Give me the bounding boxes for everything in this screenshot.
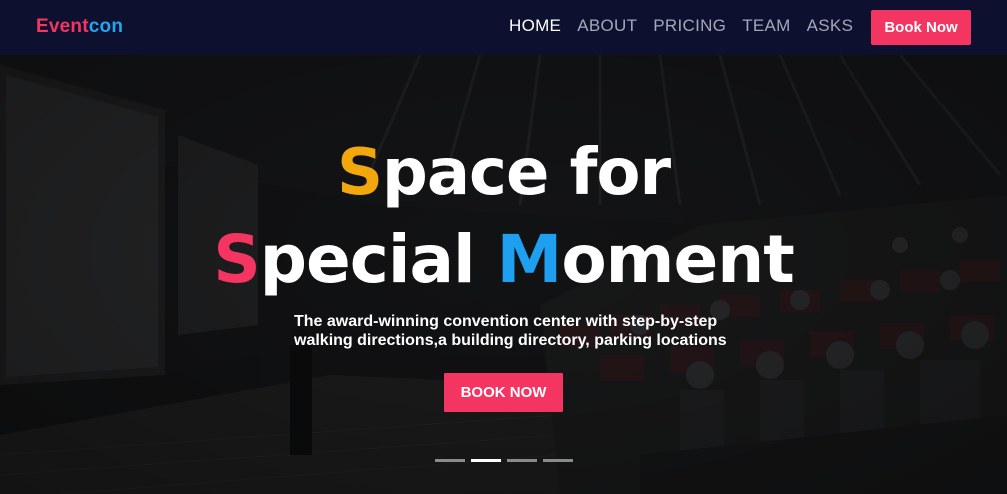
hero-subtitle: The award-winning convention center with… bbox=[294, 312, 734, 350]
slider-dot-1[interactable] bbox=[435, 459, 465, 462]
nav-item-home[interactable]: HOME bbox=[509, 16, 561, 36]
brand-logo[interactable]: Eventcon bbox=[36, 16, 123, 38]
nav-item-team[interactable]: TEAM bbox=[742, 16, 790, 36]
nav-book-now-button[interactable]: Book Now bbox=[871, 10, 971, 45]
main-nav: HOME ABOUT PRICING TEAM ASKS bbox=[509, 16, 869, 36]
navbar: Eventcon HOME ABOUT PRICING TEAM ASKS Bo… bbox=[0, 0, 1007, 55]
hero-book-now-button[interactable]: BOOK NOW bbox=[444, 373, 563, 412]
headline-text-2a: pecial bbox=[259, 221, 497, 298]
headline-letter-m: M bbox=[496, 221, 563, 298]
brand-logo-part2: con bbox=[88, 16, 124, 37]
slider-dot-4[interactable] bbox=[543, 459, 573, 462]
brand-logo-part1: Event bbox=[36, 16, 89, 37]
nav-item-about[interactable]: ABOUT bbox=[577, 16, 637, 36]
headline-text-2b: oment bbox=[561, 221, 794, 298]
headline-letter-s1: S bbox=[336, 136, 383, 210]
hero-headline-line1: Space for bbox=[0, 141, 1007, 205]
slider-dot-2[interactable] bbox=[471, 459, 501, 462]
hero-subtitle-line1: The award-winning convention center with… bbox=[294, 313, 718, 330]
hero-headline-line2: Special Moment bbox=[0, 227, 1007, 293]
hero-subtitle-line2: walking directions,a building directory,… bbox=[294, 332, 727, 349]
headline-text-1: pace for bbox=[382, 136, 671, 210]
nav-item-asks[interactable]: ASKS bbox=[807, 16, 854, 36]
slider-indicators bbox=[435, 459, 579, 462]
nav-item-pricing[interactable]: PRICING bbox=[653, 16, 726, 36]
slider-dot-3[interactable] bbox=[507, 459, 537, 462]
hero-slider: Space for Special Moment The award-winni… bbox=[0, 55, 1007, 494]
headline-letter-s2: S bbox=[213, 221, 261, 298]
page: Eventcon HOME ABOUT PRICING TEAM ASKS Bo… bbox=[0, 0, 1007, 494]
